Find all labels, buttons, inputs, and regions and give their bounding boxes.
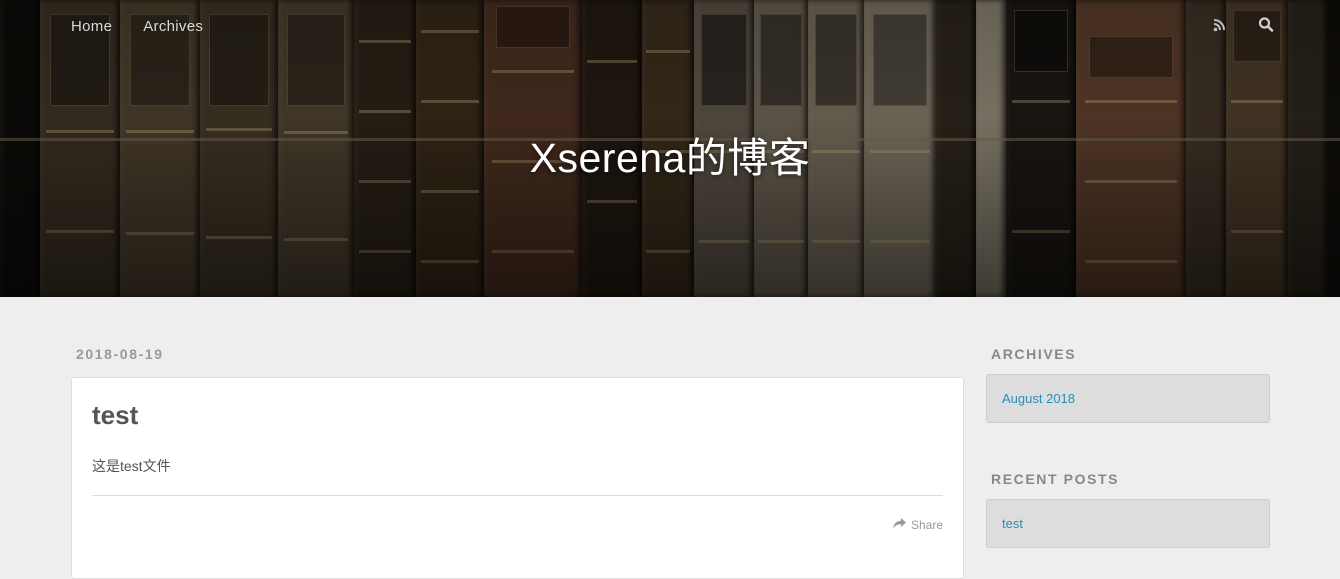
post-card: test 这是test文件 Share <box>71 377 964 579</box>
share-button[interactable]: Share <box>892 518 943 532</box>
archives-widget: August 2018 <box>986 374 1270 423</box>
recent-posts-widget: test <box>986 499 1270 548</box>
recent-posts-widget-title: RECENT POSTS <box>991 471 1120 487</box>
main-content: 2018-08-19 test 这是test文件 Share <box>71 346 964 579</box>
site-banner: Home Archives Xserena的博客 <box>0 0 1340 297</box>
sidebar: ARCHIVES August 2018 RECENT POSTS test <box>986 346 1270 548</box>
post-date[interactable]: 2018-08-19 <box>76 346 964 362</box>
share-label: Share <box>910 518 943 532</box>
archive-link-august-2018[interactable]: August 2018 <box>987 375 1269 422</box>
nav-link-home[interactable]: Home <box>71 18 112 35</box>
post-body: 这是test文件 <box>92 458 171 474</box>
post-divider <box>92 495 943 496</box>
rss-icon[interactable] <box>1212 14 1228 34</box>
site-title[interactable]: Xserena的博客 <box>0 124 1340 184</box>
post-title[interactable]: test <box>92 400 138 431</box>
main-nav: Home Archives <box>71 18 203 35</box>
share-icon <box>892 518 906 532</box>
search-icon[interactable] <box>1258 14 1274 34</box>
archives-widget-title: ARCHIVES <box>991 346 1077 362</box>
nav-link-archives[interactable]: Archives <box>143 18 203 35</box>
nav-icons <box>1212 14 1274 34</box>
recent-post-link-test[interactable]: test <box>987 500 1269 547</box>
